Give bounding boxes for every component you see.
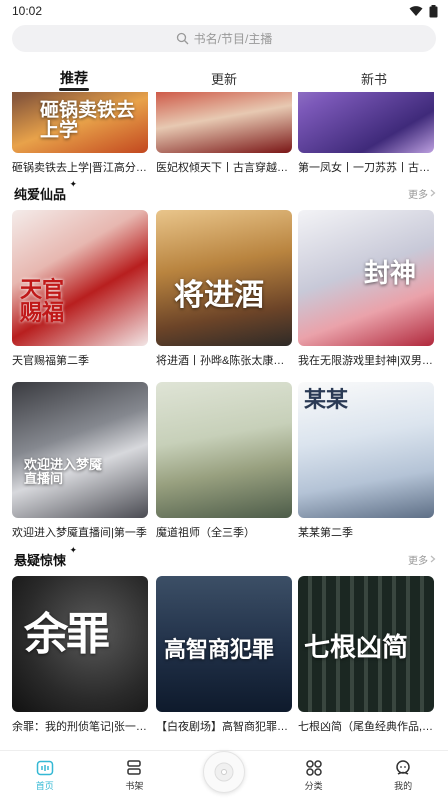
- book-title: 第一凤女丨一刀苏苏丨古言…: [298, 162, 434, 174]
- status-time: 10:02: [12, 4, 43, 18]
- nav-profile[interactable]: 我的: [358, 751, 448, 800]
- book-card[interactable]: 欢迎进入梦魇直播间 欢迎进入梦魇直播间|第一季: [12, 382, 148, 540]
- book-cover: 七根凶简: [298, 576, 434, 712]
- search-placeholder: 书名/节目/主播: [193, 32, 273, 46]
- section-header-pure-love: 纯爱仙品 ✦ 更多: [12, 178, 436, 204]
- sparkle-icon: ✦: [69, 544, 78, 555]
- more-link[interactable]: 更多: [408, 552, 436, 567]
- book-card[interactable]: 天官赐福 天官赐福第二季: [12, 210, 148, 368]
- book-card[interactable]: 某某 某某第二季: [298, 382, 434, 540]
- book-card[interactable]: 将进酒 将进酒丨孙晔&陈张太康领…: [156, 210, 292, 368]
- book-title: 天官赐福第二季: [12, 355, 89, 367]
- book-title: 【白夜剧场】高智商犯罪丨…: [156, 721, 292, 733]
- tab-update[interactable]: 更新: [200, 69, 248, 88]
- nav-bookshelf[interactable]: 书架: [90, 751, 180, 800]
- wifi-icon: [409, 6, 423, 16]
- sparkle-icon: ✦: [69, 178, 78, 189]
- nav-home[interactable]: 首页: [0, 751, 90, 800]
- book-title: 七根凶简（尾鱼经典作品,…: [298, 721, 434, 733]
- section-title: 纯爱仙品 ✦: [12, 178, 78, 202]
- top-tabs: 推荐 更新 新书: [0, 62, 448, 92]
- active-tab-indicator: [59, 88, 89, 91]
- section-title: 悬疑惊悚 ✦: [12, 544, 78, 568]
- book-card[interactable]: 第一凤女丨一刀苏苏丨古言…: [298, 92, 434, 175]
- tab-new-books[interactable]: 新书: [350, 69, 398, 88]
- status-bar: 10:02: [0, 0, 448, 22]
- more-link[interactable]: 更多: [408, 186, 436, 201]
- book-card[interactable]: 七根凶简 七根凶简（尾鱼经典作品,…: [298, 576, 434, 734]
- book-title: 欢迎进入梦魇直播间|第一季: [12, 527, 147, 539]
- book-cover: 砸锅卖铁去上学: [12, 92, 148, 153]
- book-card[interactable]: 余罪 余罪：我的刑侦笔记|张一…: [12, 576, 148, 734]
- chevron-right-icon: [430, 189, 436, 197]
- book-card[interactable]: 医妃权倾天下丨古言穿越…: [156, 92, 292, 175]
- book-title: 砸锅卖铁去上学|晋江高分…: [12, 162, 147, 174]
- book-cover: [298, 92, 434, 153]
- bookshelf-icon: [127, 760, 142, 775]
- battery-icon: [429, 4, 438, 17]
- book-cover: 欢迎进入梦魇直播间: [12, 382, 148, 518]
- book-title: 某某第二季: [298, 527, 353, 539]
- feed[interactable]: 砸锅卖铁去上学 砸锅卖铁去上学|晋江高分… 医妃权倾天下丨古言穿越… 第一凤女丨…: [0, 92, 448, 750]
- player-disc-icon[interactable]: [202, 750, 245, 793]
- book-cover: 余罪: [12, 576, 148, 712]
- search-input[interactable]: 书名/节目/主播: [12, 25, 436, 52]
- book-title: 将进酒丨孙晔&陈张太康领…: [156, 355, 292, 367]
- book-cover: [156, 382, 292, 518]
- book-cover: 封神: [298, 210, 434, 346]
- book-card[interactable]: 高智商犯罪 【白夜剧场】高智商犯罪丨…: [156, 576, 292, 734]
- book-title: 魔道祖师（全三季）: [156, 527, 255, 539]
- book-title: 医妃权倾天下丨古言穿越…: [156, 162, 288, 174]
- book-title: 我在无限游戏里封神|双男…: [298, 355, 433, 367]
- section-header-suspense: 悬疑惊悚 ✦ 更多: [12, 544, 436, 570]
- profile-icon: [396, 760, 410, 775]
- tab-recommend[interactable]: 推荐: [52, 68, 96, 91]
- category-icon: [305, 760, 322, 776]
- search-icon: [176, 32, 189, 45]
- bottom-nav: 首页 书架 分类 我的: [0, 750, 448, 800]
- book-cover: 某某: [298, 382, 434, 518]
- nav-player[interactable]: [179, 750, 269, 800]
- book-title: 余罪：我的刑侦笔记|张一…: [12, 721, 147, 733]
- book-card[interactable]: 魔道祖师（全三季）: [156, 382, 292, 540]
- book-cover: [156, 92, 292, 153]
- book-cover: 将进酒: [156, 210, 292, 346]
- nav-category[interactable]: 分类: [269, 751, 359, 800]
- book-cover: 高智商犯罪: [156, 576, 292, 712]
- home-icon: [36, 760, 54, 776]
- book-cover: 天官赐福: [12, 210, 148, 346]
- book-card[interactable]: 砸锅卖铁去上学 砸锅卖铁去上学|晋江高分…: [12, 92, 148, 175]
- book-card[interactable]: 封神 我在无限游戏里封神|双男…: [298, 210, 434, 368]
- chevron-right-icon: [430, 555, 436, 563]
